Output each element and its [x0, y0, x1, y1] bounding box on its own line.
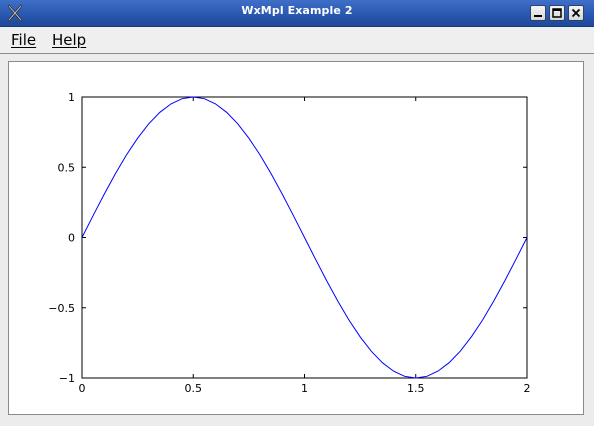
- minimize-icon: [534, 15, 542, 17]
- menu-bar: File Help: [0, 27, 594, 54]
- figure-canvas[interactable]: 0 0.5 1 1.5 2 −1 −0.5 0 0.5 1: [8, 61, 584, 415]
- window-title: WxMpl Example 2: [241, 4, 353, 17]
- title-bar[interactable]: WxMpl Example 2: [0, 0, 594, 27]
- close-icon: [571, 8, 581, 18]
- maximize-icon: [552, 8, 562, 18]
- minimize-button[interactable]: [530, 5, 546, 21]
- menu-file[interactable]: File: [11, 31, 36, 49]
- x-tick-label: 0: [79, 382, 86, 395]
- y-tick-label: −1: [59, 372, 75, 385]
- menu-help[interactable]: Help: [52, 31, 86, 49]
- tick-labels: 0 0.5 1 1.5 2 −1 −0.5 0 0.5 1: [48, 91, 530, 395]
- sine-series-line: [81, 96, 528, 379]
- x-tick-label: 1.5: [407, 382, 425, 395]
- maximize-button[interactable]: [549, 5, 565, 21]
- y-tick-label: 0.5: [58, 161, 76, 174]
- close-button[interactable]: [568, 5, 584, 21]
- x-tick-label: 0.5: [185, 382, 203, 395]
- y-tick-label: 1: [68, 91, 75, 104]
- y-tick-label: 0: [68, 232, 75, 245]
- line-chart[interactable]: 0 0.5 1 1.5 2 −1 −0.5 0 0.5 1: [9, 62, 585, 416]
- x-tick-label: 2: [524, 382, 531, 395]
- y-tick-label: −0.5: [48, 302, 75, 315]
- x-tick-label: 1: [301, 382, 308, 395]
